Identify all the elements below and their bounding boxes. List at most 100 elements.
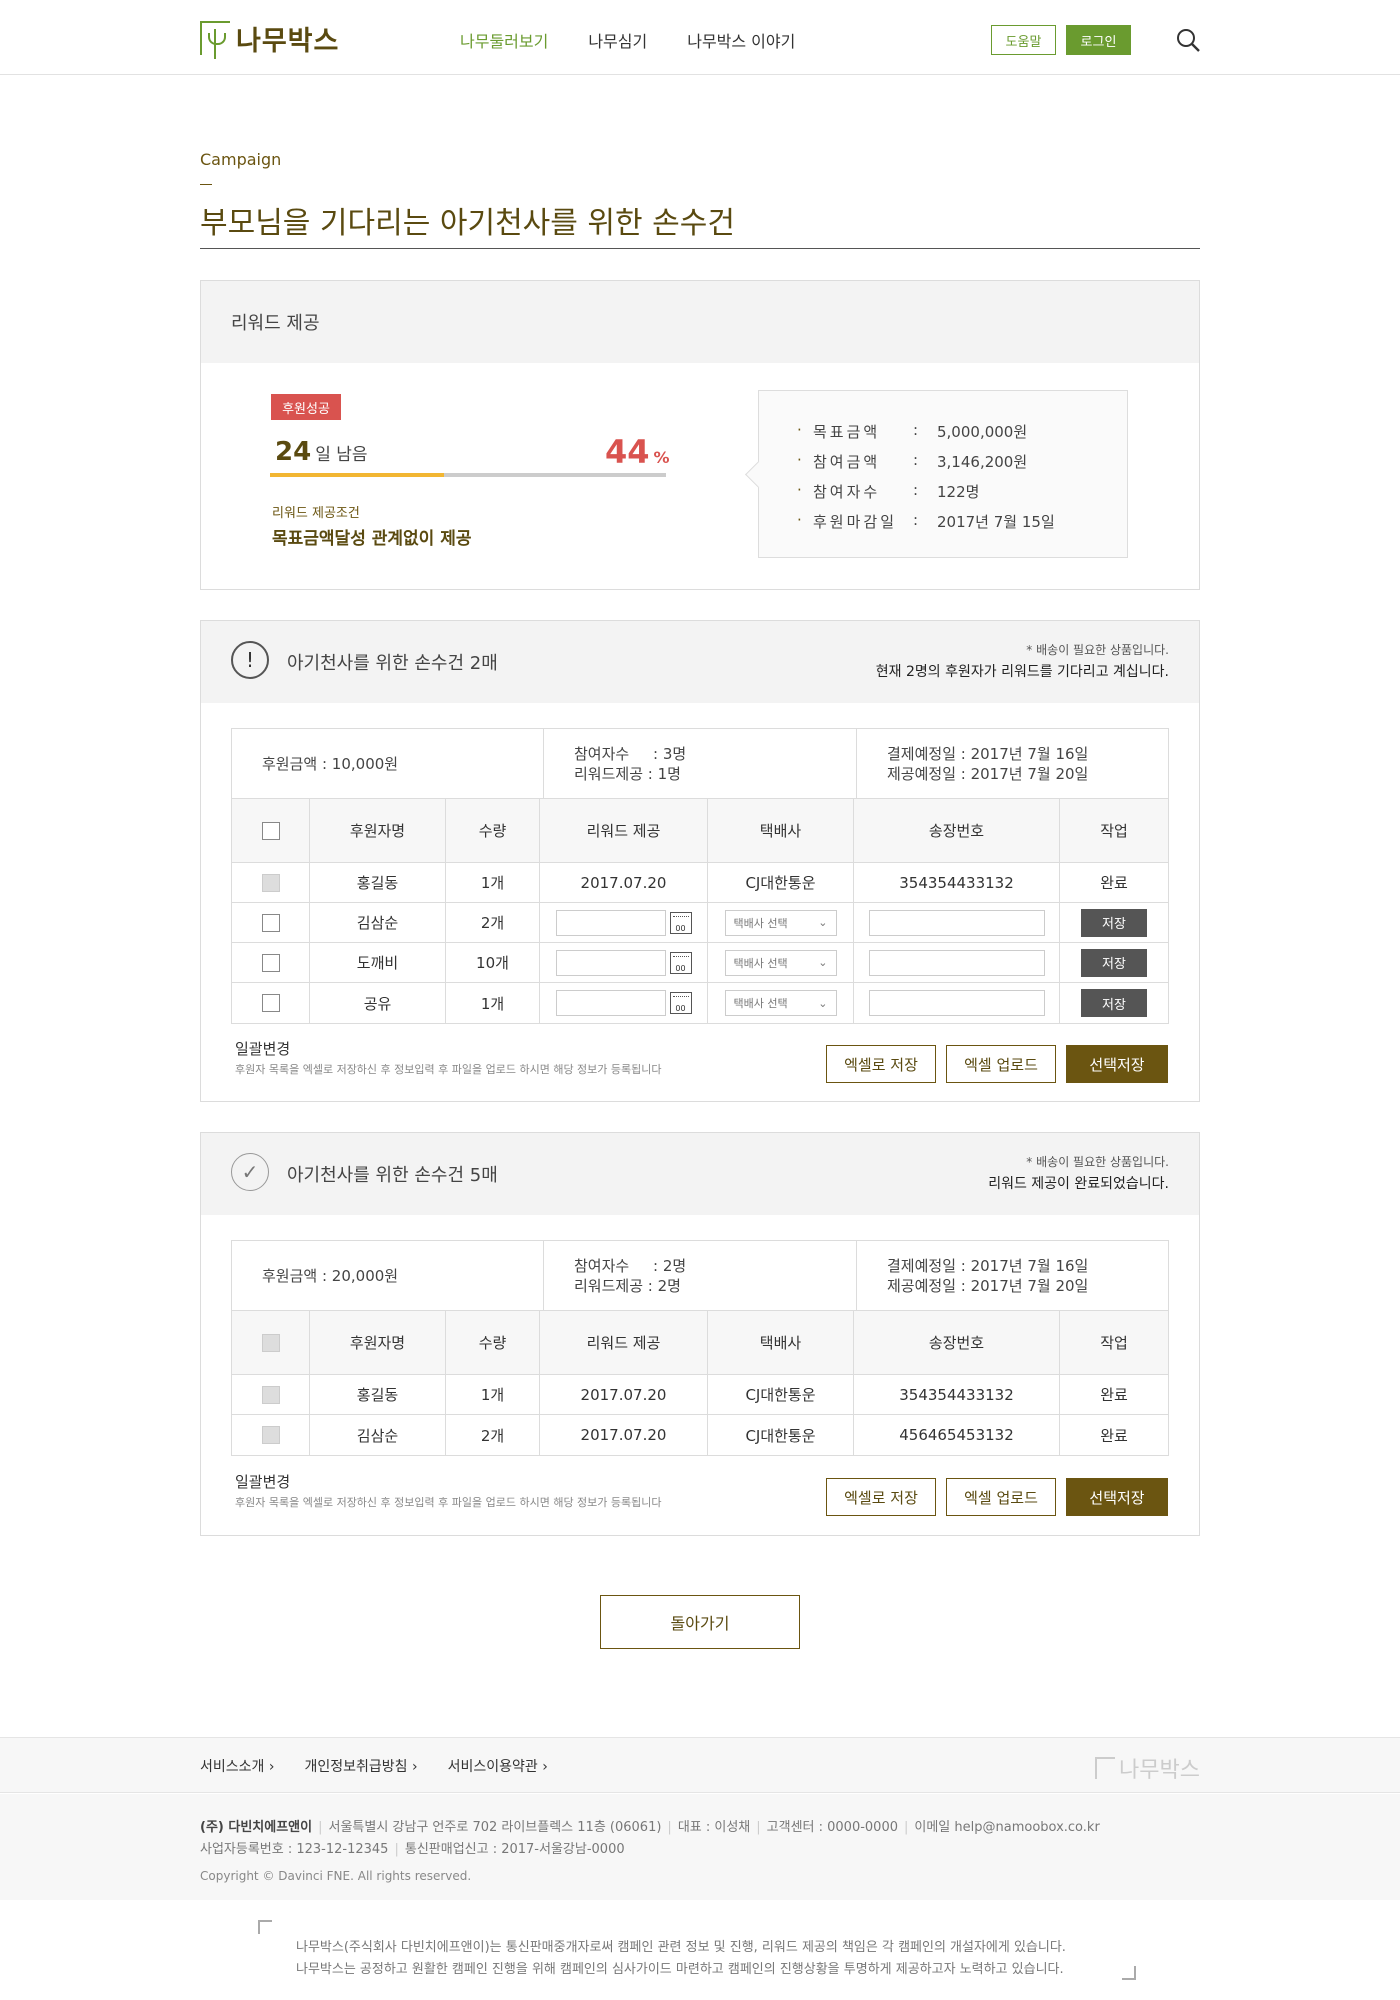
title-dash: [200, 184, 212, 185]
selected-save-button[interactable]: 선택저장: [1066, 1478, 1168, 1516]
status-done: 완료: [1100, 1426, 1128, 1445]
th-name: 후원자명: [310, 799, 446, 862]
company-info-line: (주) 다빈치에프앤이 | 서울특별시 강남구 언주로 702 라이브플렉스 11층…: [200, 1820, 1100, 1835]
tracking-number: 354354433132: [854, 863, 1060, 902]
excel-save-button[interactable]: 엑셀로 저장: [826, 1045, 936, 1083]
bulk-title: 일괄변경: [235, 1473, 291, 1491]
footer-logo-text: 나무박스: [1119, 1758, 1200, 1783]
reward-2-ship-date: 제공예정일 : 2017년 7월 20일: [887, 1277, 1089, 1295]
reward-1-amount: 후원금액 : 10,000원: [262, 755, 399, 773]
excel-save-button[interactable]: 엑셀로 저장: [826, 1478, 936, 1516]
logo-text: 나무박스: [236, 25, 340, 57]
status-badge: 후원성공: [271, 394, 341, 420]
date-input[interactable]: [555, 909, 666, 936]
calendar-icon[interactable]: 00: [669, 911, 692, 934]
row-save-button[interactable]: 저장: [1081, 989, 1147, 1017]
excel-upload-button[interactable]: 엑셀 업로드: [946, 1045, 1056, 1083]
footer-link-about[interactable]: 서비스소개 ›: [200, 1756, 274, 1776]
reward-1-table: 후원금액 : 10,000원 참여자수 : 3명 리워드제공 : 1명 결제예정…: [231, 728, 1169, 1024]
info-goal-value: 5,000,000원: [937, 423, 1028, 441]
row-checkbox[interactable]: [261, 913, 280, 932]
footer-link-about-label: 서비스소개: [200, 1759, 265, 1775]
condition-label: 리워드 제공조건: [272, 506, 360, 521]
table-row: 김삼순 2개 00 택배사 선택 ⌄ 저장: [232, 903, 1168, 943]
backer-qty: 1개: [446, 863, 540, 902]
th-action: 작업: [1100, 1334, 1128, 1352]
login-button[interactable]: 로그인: [1066, 25, 1131, 55]
reward-1-header: ! 아기천사를 위한 손수건 2매 * 배송이 필요한 상품입니다. 현재 2명…: [201, 621, 1199, 703]
percent-unit: %: [653, 448, 670, 467]
reward-panel-1: ! 아기천사를 위한 손수건 2매 * 배송이 필요한 상품입니다. 현재 2명…: [200, 620, 1200, 1102]
reward-2-reward-count: 리워드제공 : 2명: [574, 1277, 681, 1295]
select-all-checkbox[interactable]: [261, 821, 280, 840]
company-name: (주) 다빈치에프앤이: [200, 1820, 313, 1835]
row-checkbox: [261, 1385, 280, 1404]
courier-select[interactable]: 택배사 선택 ⌄: [724, 949, 837, 976]
site-logo[interactable]: 나무박스: [200, 20, 340, 59]
courier-select[interactable]: 택배사 선택 ⌄: [724, 990, 837, 1016]
nav-plant[interactable]: 나무심기: [588, 28, 647, 52]
back-button[interactable]: 돌아가기: [600, 1595, 800, 1649]
backer-name: 김삼순: [310, 1415, 446, 1455]
excel-upload-button[interactable]: 엑셀 업로드: [946, 1478, 1056, 1516]
reward-1-ship-date: 제공예정일 : 2017년 7월 20일: [887, 765, 1089, 783]
backer-name: 홍길동: [310, 1375, 446, 1414]
close-bracket-icon: [1122, 1966, 1136, 1980]
nav-browse[interactable]: 나무둘러보기: [460, 28, 548, 52]
help-button[interactable]: 도움말: [991, 25, 1056, 55]
footer-link-terms[interactable]: 서비스이용약관 ›: [448, 1756, 548, 1776]
th-tracking: 송장번호: [854, 799, 1060, 862]
reward-1-table-header: 후원자명 수량 리워드 제공 택배사 송장번호 작업: [232, 799, 1168, 863]
row-save-button[interactable]: 저장: [1081, 908, 1147, 937]
date-input[interactable]: [555, 949, 666, 976]
selected-save-button[interactable]: 선택저장: [1066, 1045, 1168, 1083]
tracking-input[interactable]: [868, 990, 1045, 1016]
backer-name: 홍길동: [310, 863, 446, 902]
row-checkbox[interactable]: [261, 953, 280, 972]
backer-qty: 2개: [446, 903, 540, 942]
business-number: 사업자등록번호 : 123-12-12345: [200, 1842, 389, 1857]
backer-qty: 1개: [446, 983, 540, 1023]
info-raised-value: 3,146,200원: [937, 453, 1028, 471]
date-input[interactable]: [555, 990, 666, 1016]
row-checkbox[interactable]: [261, 994, 280, 1012]
info-deadline-key: 후원마감일: [813, 513, 898, 531]
calendar-icon[interactable]: 00: [669, 992, 692, 1014]
copyright: Copyright © Davinci FNE. All rights rese…: [200, 1869, 472, 1883]
backer-name: 도깨비: [310, 943, 446, 982]
th-qty: 수량: [446, 1311, 540, 1374]
tracking-number: 456465453132: [854, 1415, 1060, 1455]
bulk-description: 후원자 목록을 엑셀로 저장하신 후 정보입력 후 파일을 업로드 하시면 해당…: [235, 1496, 662, 1509]
reward-1-note: * 배송이 필요한 상품입니다.: [1026, 643, 1169, 657]
chevron-down-icon: ⌄: [818, 956, 828, 969]
th-reward-date: 리워드 제공: [540, 799, 708, 862]
exclamation-icon: !: [231, 641, 269, 679]
company-email: 이메일 help@namoobox.co.kr: [914, 1820, 1100, 1835]
nav-story[interactable]: 나무박스 이야기: [687, 28, 795, 52]
tracking-input[interactable]: [868, 909, 1045, 936]
calendar-icon[interactable]: 00: [669, 951, 692, 974]
footer-links-bar: 서비스소개 › 개인정보취급방침 › 서비스이용약관 › 나무박스: [0, 1737, 1400, 1793]
info-raised-key: 참여금액: [813, 453, 881, 471]
tracking-input[interactable]: [868, 949, 1045, 976]
condition-value: 목표금액달성 관계없이 제공: [272, 529, 472, 549]
checkmark-circle-icon: ✓: [231, 1153, 269, 1191]
percent-number: 44: [605, 433, 650, 471]
status-done: 완료: [1100, 874, 1128, 892]
info-backers: · 참여자수:122명: [797, 481, 980, 501]
reward-2-participants: 참여자수 : 2명: [574, 1257, 687, 1275]
courier-select[interactable]: 택배사 선택 ⌄: [724, 909, 837, 936]
reward-1-message: 현재 2명의 후원자가 리워드를 기다리고 계십니다.: [875, 664, 1169, 680]
footer-link-privacy[interactable]: 개인정보취급방침 ›: [304, 1756, 417, 1776]
row-save-button[interactable]: 저장: [1081, 948, 1147, 977]
status-done: 완료: [1100, 1386, 1128, 1404]
courier-select-label: 택배사 선택: [733, 997, 788, 1010]
tree-logo-icon: [1095, 1757, 1116, 1779]
reward-2-pay-date: 결제예정일 : 2017년 7월 16일: [887, 1257, 1089, 1275]
reward-1-pay-date: 결제예정일 : 2017년 7월 16일: [887, 745, 1089, 763]
reward-2-title: 아기천사를 위한 손수건 5매: [287, 1165, 498, 1186]
backer-name: 공유: [310, 983, 446, 1023]
reward-date: 2017.07.20: [540, 1375, 708, 1414]
info-backers-key: 참여자수: [813, 483, 881, 501]
search-icon[interactable]: [1175, 27, 1201, 53]
